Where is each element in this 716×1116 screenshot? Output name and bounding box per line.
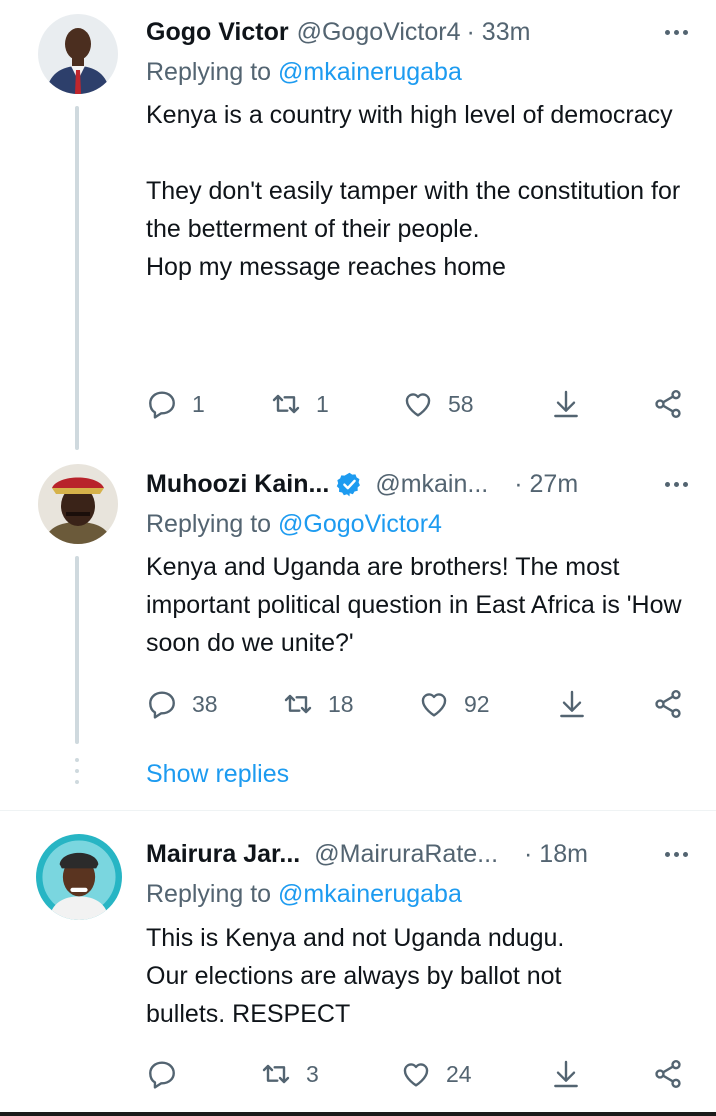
heart-icon [403, 1063, 429, 1087]
replying-to-label: Replying to [146, 510, 279, 538]
save-button[interactable] [550, 384, 582, 424]
avatar-image-gogo-victor [38, 14, 118, 94]
reply-icon [149, 391, 175, 419]
verified-badge-icon [337, 472, 361, 496]
download-icon [554, 390, 578, 418]
download-icon [554, 1060, 578, 1088]
like-count: 24 [446, 1060, 472, 1087]
download-icon [560, 690, 584, 718]
tweet-header: Mairura Jar... @MairuraRate... · 18m [146, 836, 688, 872]
tweet-muhoozi-kainerugaba[interactable]: Muhoozi Kain... @mkain... · 27m Replying… [0, 460, 716, 810]
replying-to-link[interactable]: @mkainerugaba [278, 880, 462, 908]
avatar[interactable] [36, 834, 122, 920]
avatar-image-mairura [36, 834, 122, 920]
reply-icon [149, 1061, 175, 1089]
tweet-text-line: Kenya is a country with high level of de… [146, 101, 673, 129]
tweet-mairura[interactable]: Mairura Jar... @MairuraRate... · 18m Rep… [0, 812, 716, 1112]
tweet-actions: 38 18 92 [146, 684, 688, 724]
like-button[interactable]: 24 [400, 1054, 472, 1094]
retweet-button[interactable]: 18 [282, 684, 354, 724]
replying-to: Replying to @GogoVictor4 [146, 510, 442, 539]
more-icon[interactable] [661, 14, 688, 50]
tweet-text: This is Kenya and not Uganda ndugu. Our … [146, 919, 646, 1033]
screen-bottom-border [0, 1112, 716, 1116]
avatar[interactable] [38, 464, 118, 544]
tweet-text-line: Kenya and Uganda are brothers! The most … [146, 553, 682, 657]
reply-button[interactable]: 38 [146, 684, 218, 724]
reply-count: 1 [192, 390, 205, 417]
retweet-icon [262, 1064, 290, 1084]
replying-to: Replying to @mkainerugaba [146, 58, 462, 87]
tweet-text: Kenya and Uganda are brothers! The most … [146, 548, 686, 662]
replying-to-label: Replying to [146, 880, 279, 908]
tweet-timestamp[interactable]: · 33m [467, 18, 531, 47]
tweet-actions: 1 1 58 [146, 384, 688, 424]
tweet-text: Kenya is a country with high level of de… [146, 96, 686, 286]
divider [0, 810, 716, 811]
replying-to-label: Replying to [146, 58, 279, 86]
tweet-actions: 3 24 [146, 1054, 688, 1094]
share-icon [655, 390, 681, 418]
replying-to: Replying to @mkainerugaba [146, 880, 462, 909]
like-count: 58 [448, 390, 474, 417]
author-handle[interactable]: @GogoVictor4 [297, 18, 461, 47]
heart-icon [405, 393, 431, 417]
tweet-text-line: Hop my message reaches home [146, 253, 506, 281]
tweet-text-line: This is Kenya and not Uganda ndugu. [146, 924, 565, 952]
reply-button[interactable]: 1 [146, 384, 205, 424]
save-button[interactable] [556, 684, 588, 724]
retweet-count: 3 [306, 1060, 319, 1087]
tweet-text-line: Our elections are always by ballot not b… [146, 962, 562, 1028]
author-handle[interactable]: @MairuraRate... [314, 840, 498, 869]
tweet-header: Muhoozi Kain... @mkain... · 27m [146, 466, 688, 502]
author-name[interactable]: Gogo Victor [146, 18, 289, 47]
share-button[interactable] [652, 1054, 684, 1094]
author-name[interactable]: Mairura Jar... [146, 840, 300, 869]
thread-dots [75, 758, 79, 791]
retweet-button[interactable]: 1 [270, 384, 329, 424]
replying-to-link[interactable]: @GogoVictor4 [278, 510, 442, 538]
avatar-image-muhoozi [38, 464, 118, 544]
share-button[interactable] [652, 684, 684, 724]
more-icon[interactable] [661, 466, 688, 502]
retweet-count: 18 [328, 690, 354, 717]
thread-line [75, 556, 79, 744]
like-count: 92 [464, 690, 490, 717]
author-handle[interactable]: @mkain... [375, 470, 488, 499]
heart-icon [421, 693, 447, 717]
retweet-icon [284, 694, 312, 714]
retweet-count: 1 [316, 390, 329, 417]
show-replies-link[interactable]: Show replies [146, 760, 289, 789]
avatar[interactable] [38, 14, 118, 94]
save-button[interactable] [550, 1054, 582, 1094]
share-icon [655, 690, 681, 718]
tweet-text-line: They don't easily tamper with the consti… [146, 177, 681, 243]
thread-line [75, 106, 79, 450]
tweet-gogo-victor[interactable]: Gogo Victor @GogoVictor4 · 33m Replying … [0, 0, 716, 460]
reply-icon [149, 691, 175, 719]
share-icon [655, 1060, 681, 1088]
replying-to-link[interactable]: @mkainerugaba [278, 58, 462, 86]
tweet-timestamp[interactable]: · 27m [514, 470, 578, 499]
tweet-header: Gogo Victor @GogoVictor4 · 33m [146, 14, 688, 50]
like-button[interactable]: 92 [418, 684, 490, 724]
reply-count: 38 [192, 690, 218, 717]
retweet-icon [272, 394, 300, 414]
author-name[interactable]: Muhoozi Kain... [146, 470, 329, 499]
retweet-button[interactable]: 3 [260, 1054, 319, 1094]
share-button[interactable] [652, 384, 684, 424]
like-button[interactable]: 58 [402, 384, 474, 424]
more-icon[interactable] [661, 836, 688, 872]
reply-button[interactable] [146, 1054, 192, 1094]
tweet-timestamp[interactable]: · 18m [524, 840, 588, 869]
